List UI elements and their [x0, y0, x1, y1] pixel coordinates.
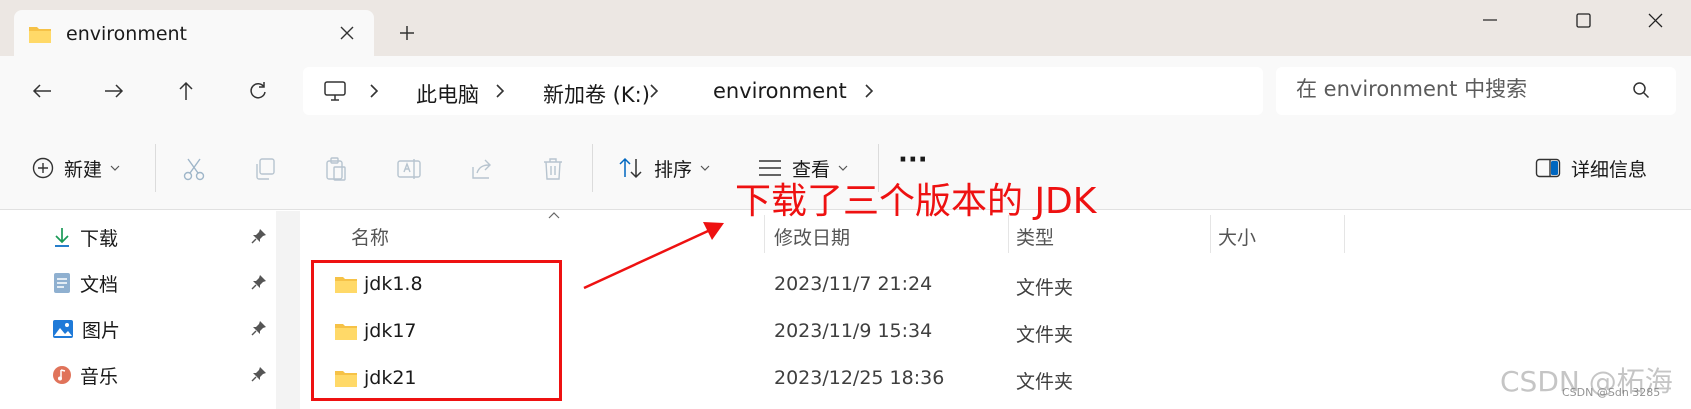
close-window-button[interactable] — [1620, 0, 1690, 40]
refresh-button[interactable] — [238, 71, 278, 111]
cut-icon[interactable] — [181, 156, 207, 182]
chevron-down-icon — [700, 165, 710, 171]
chevron-right-icon[interactable] — [365, 82, 383, 100]
navigation-bar: 此电脑 新加卷 (K:) environment — [0, 56, 1691, 126]
up-button[interactable] — [166, 71, 206, 111]
details-pane-icon — [1535, 158, 1561, 178]
breadcrumb-drive-k[interactable]: 新加卷 (K:) — [543, 79, 650, 109]
minimize-button[interactable] — [1455, 0, 1525, 40]
copy-icon[interactable] — [252, 156, 278, 182]
file-type: 文件夹 — [1016, 371, 1074, 393]
new-button-label: 新建 — [64, 158, 103, 181]
column-header-type[interactable]: 类型 — [1016, 223, 1054, 250]
nav-item-documents[interactable]: 文档 — [52, 265, 272, 301]
pin-icon[interactable] — [251, 228, 267, 244]
sort-ascending-icon — [548, 212, 560, 219]
delete-icon[interactable] — [540, 156, 566, 182]
nav-item-label: 文档 — [80, 273, 119, 296]
navigation-pane-scrollbar[interactable] — [276, 211, 300, 409]
pictures-icon — [53, 320, 73, 338]
documents-icon — [54, 273, 70, 293]
column-divider[interactable] — [1344, 215, 1345, 253]
maximize-button[interactable] — [1548, 0, 1618, 40]
nav-item-downloads[interactable]: 下载 — [52, 219, 272, 255]
back-arrow-icon — [32, 84, 51, 98]
details-pane-label: 详细信息 — [1571, 158, 1648, 181]
rename-icon[interactable] — [396, 156, 422, 182]
details-pane-button[interactable]: 详细信息 — [1535, 144, 1647, 192]
nav-item-label: 下载 — [80, 227, 119, 250]
more-options-label: ··· — [898, 145, 928, 175]
file-date-modified: 2023/12/25 18:36 — [774, 367, 945, 389]
search-box[interactable] — [1276, 67, 1676, 115]
chevron-right-icon[interactable] — [645, 82, 663, 100]
address-bar[interactable]: 此电脑 新加卷 (K:) environment — [303, 67, 1263, 115]
column-header-date-modified[interactable]: 修改日期 — [774, 223, 850, 250]
pin-icon[interactable] — [251, 320, 267, 336]
file-type: 文件夹 — [1016, 277, 1074, 299]
search-icon[interactable] — [1632, 81, 1650, 99]
chevron-down-icon — [110, 165, 120, 171]
pin-icon[interactable] — [251, 274, 267, 290]
pin-icon[interactable] — [251, 366, 267, 382]
annotation-text: 下载了三个版本的 JDK — [735, 181, 1097, 222]
file-date-modified: 2023/11/7 21:24 — [774, 273, 933, 295]
chevron-right-icon[interactable] — [491, 82, 509, 100]
annotation-highlight-box — [311, 260, 562, 401]
divider — [592, 144, 593, 192]
file-type: 文件夹 — [1016, 324, 1074, 346]
this-pc-icon — [324, 81, 346, 101]
new-button[interactable]: 新建 — [32, 144, 120, 192]
sort-icon — [619, 157, 642, 179]
share-icon[interactable] — [469, 156, 495, 182]
paste-icon[interactable] — [323, 156, 349, 182]
minimize-icon — [1483, 19, 1497, 21]
search-input[interactable] — [1296, 77, 1626, 101]
tab-title: environment — [66, 23, 188, 45]
tab-environment[interactable]: environment — [14, 10, 374, 58]
up-arrow-icon — [179, 81, 193, 100]
forward-button[interactable] — [94, 71, 134, 111]
back-button[interactable] — [22, 71, 62, 111]
download-icon — [55, 228, 69, 247]
maximize-icon — [1575, 12, 1591, 28]
plus-circle-icon — [32, 157, 54, 179]
sort-button-label: 排序 — [654, 158, 693, 181]
column-divider[interactable] — [1210, 215, 1211, 253]
breadcrumb-environment[interactable]: environment — [713, 79, 847, 103]
chevron-down-icon — [838, 165, 848, 171]
refresh-icon — [250, 82, 266, 99]
nav-item-label: 音乐 — [80, 365, 119, 388]
plus-icon — [400, 26, 414, 40]
nav-item-label: 图片 — [82, 319, 121, 342]
nav-item-music[interactable]: 音乐 — [52, 357, 272, 393]
sort-button[interactable]: 排序 — [618, 144, 710, 192]
music-icon — [53, 366, 71, 384]
new-tab-button[interactable] — [392, 18, 422, 48]
watermark-sub: CSDN @Sdn 3285 — [1562, 386, 1661, 399]
file-date-modified: 2023/11/9 15:34 — [774, 320, 933, 342]
nav-item-pictures[interactable]: 图片 — [52, 311, 272, 347]
breadcrumb-this-pc[interactable]: 此电脑 — [416, 79, 479, 109]
divider — [155, 144, 156, 192]
title-bar: environment — [0, 0, 1691, 58]
forward-arrow-icon — [105, 84, 124, 98]
column-header-size[interactable]: 大小 — [1218, 223, 1256, 250]
close-icon — [340, 26, 354, 40]
close-tab-button[interactable] — [332, 18, 362, 48]
close-icon — [1648, 13, 1662, 27]
chevron-right-icon[interactable] — [860, 82, 878, 100]
navigation-pane: 下载 文档 图片 音乐 — [0, 211, 276, 409]
column-header-name[interactable]: 名称 — [351, 223, 389, 250]
folder-icon — [29, 27, 51, 43]
